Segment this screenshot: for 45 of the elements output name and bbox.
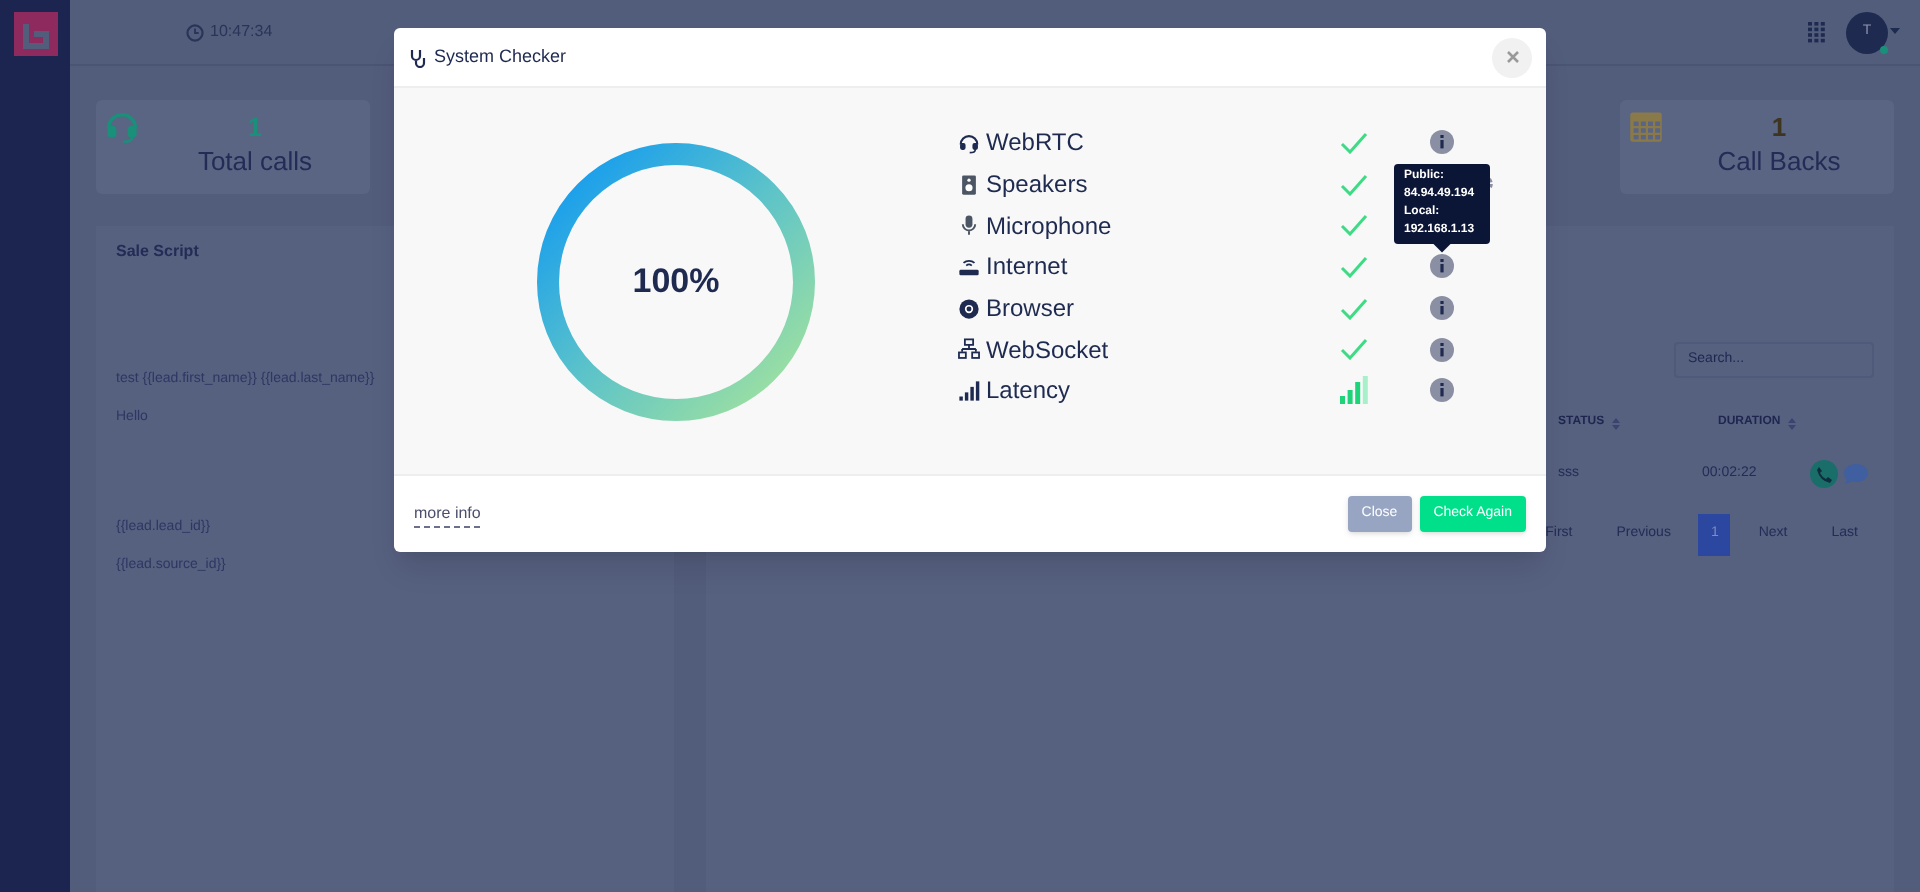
check-icon: [1340, 338, 1368, 361]
logo-icon[interactable]: [13, 12, 57, 56]
check-name: Browser: [986, 292, 1075, 327]
check-icon: [1340, 297, 1368, 320]
info-icon[interactable]: [1430, 296, 1454, 321]
signal-strength-icon: [1340, 376, 1368, 405]
info-icon[interactable]: [1430, 378, 1454, 403]
check-icon: [1340, 131, 1368, 154]
signal-icon: [958, 379, 980, 402]
clock-icon: [186, 23, 204, 41]
dialog-title: System Checker: [434, 43, 567, 70]
info-icon[interactable]: [1430, 337, 1454, 362]
sort-icon[interactable]: [1788, 417, 1797, 429]
stat-value: 1: [1771, 110, 1787, 146]
check-name: WebSocket: [986, 333, 1109, 368]
speaker-icon: [958, 173, 980, 196]
stat-label: Total calls: [197, 147, 313, 173]
dialpad-icon[interactable]: [1808, 21, 1826, 43]
browser-icon: [958, 297, 980, 320]
check-icon: [1340, 214, 1368, 237]
router-icon: [958, 255, 980, 278]
check-icon: [1340, 173, 1368, 196]
check-name: Speakers: [986, 168, 1088, 203]
stat-label: Call Backs: [1717, 147, 1841, 173]
check-name: Microphone: [986, 209, 1112, 244]
headset-icon: [104, 108, 140, 144]
caret-icon[interactable]: [1890, 28, 1900, 36]
phone-icon[interactable]: [1810, 460, 1838, 488]
microphone-icon: [958, 214, 980, 237]
more-info-link[interactable]: more info: [414, 501, 481, 527]
headset-icon: [958, 131, 980, 154]
close-icon: [1505, 50, 1519, 64]
check-name: Latency: [986, 374, 1071, 409]
info-icon[interactable]: [1430, 130, 1454, 155]
stat-value: 1: [247, 110, 263, 146]
info-icon[interactable]: [1430, 254, 1454, 279]
check-icon: [1340, 255, 1368, 278]
close-button[interactable]: [1492, 37, 1532, 77]
stethoscope-icon: [408, 47, 428, 67]
sort-icon[interactable]: [1612, 417, 1621, 429]
check-name: WebRTC: [986, 126, 1084, 161]
network-icon: [958, 338, 980, 361]
check-name: Internet: [986, 250, 1068, 285]
score-text: 100%: [632, 259, 720, 304]
calendar-icon: [1628, 108, 1664, 144]
